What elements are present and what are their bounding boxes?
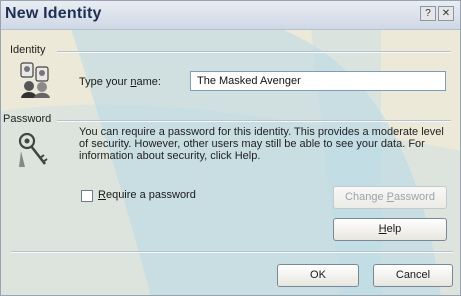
password-description: You can require a password for this iden… [79, 126, 444, 162]
change-password-button[interactable]: Change Password [333, 186, 447, 209]
cancel-button[interactable]: Cancel [373, 264, 453, 287]
title-help-button[interactable]: ? [420, 6, 436, 21]
identity-name-input[interactable] [190, 71, 446, 91]
keys-icon [18, 132, 48, 167]
password-separator [57, 120, 451, 122]
require-password-checkbox[interactable] [81, 190, 93, 202]
new-identity-dialog: New Identity ? ✕ Identity Type your name… [0, 0, 461, 296]
title-close-button[interactable]: ✕ [438, 6, 454, 21]
close-icon: ✕ [441, 8, 451, 19]
identity-group-label: Identity [10, 44, 46, 56]
ok-button[interactable]: OK [277, 264, 359, 287]
help-button[interactable]: Help [333, 218, 447, 241]
people-icon [20, 62, 50, 98]
name-label: Type your name: [79, 76, 161, 88]
dialog-title: New Identity [5, 5, 102, 22]
title-bar: New Identity ? ✕ [1, 1, 460, 30]
password-group-label: Password [3, 113, 52, 125]
footer-separator [11, 251, 453, 253]
identity-separator [57, 51, 451, 53]
question-icon: ? [425, 8, 431, 19]
require-password-label[interactable]: Require a password [98, 189, 196, 201]
